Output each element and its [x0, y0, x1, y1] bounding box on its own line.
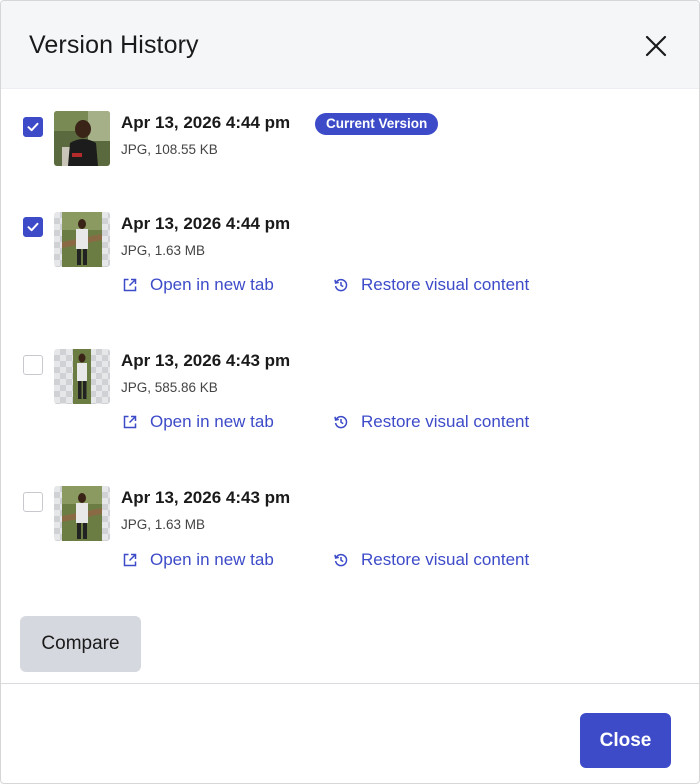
version-meta: JPG, 1.63 MB [121, 243, 206, 258]
footer-divider [1, 683, 699, 684]
close-button[interactable]: Close [580, 713, 671, 768]
external-link-icon [123, 553, 137, 567]
version-checkbox[interactable] [23, 117, 43, 137]
history-icon [334, 553, 348, 567]
dialog-title: Version History [29, 31, 199, 59]
external-link-icon [123, 278, 137, 292]
dialog-header: Version History [1, 1, 699, 89]
open-in-new-tab-label: Open in new tab [150, 550, 274, 569]
restore-visual-content-label: Restore visual content [361, 550, 530, 569]
version-checkbox[interactable] [23, 355, 43, 375]
restore-visual-content-label: Restore visual content [361, 275, 530, 294]
restore-visual-content-link[interactable]: Restore visual content [333, 274, 529, 296]
version-date: Apr 13, 2026 4:43 pm [121, 351, 291, 370]
open-in-new-tab-label: Open in new tab [150, 412, 274, 431]
close-icon[interactable] [641, 31, 671, 61]
external-link-icon [123, 415, 137, 429]
version-checkbox[interactable] [23, 217, 43, 237]
restore-visual-content-link[interactable]: Restore visual content [333, 549, 529, 571]
version-checkbox[interactable] [23, 492, 43, 512]
open-in-new-tab-link[interactable]: Open in new tab [122, 411, 274, 433]
version-meta: JPG, 108.55 KB [121, 142, 218, 157]
current-version-badge: Current Version [315, 113, 439, 135]
version-history-dialog: Version History Apr 13, 2026 4:44 pm Cur… [0, 0, 700, 784]
history-icon [334, 415, 348, 429]
version-thumbnail [54, 349, 110, 404]
version-meta: JPG, 585.86 KB [121, 380, 218, 395]
open-in-new-tab-link[interactable]: Open in new tab [122, 274, 274, 296]
open-in-new-tab-label: Open in new tab [150, 275, 274, 294]
restore-visual-content-link[interactable]: Restore visual content [333, 411, 529, 433]
version-date: Apr 13, 2026 4:44 pm [121, 113, 291, 132]
version-date: Apr 13, 2026 4:44 pm [121, 214, 291, 233]
restore-visual-content-label: Restore visual content [361, 412, 530, 431]
version-date: Apr 13, 2026 4:43 pm [121, 488, 291, 507]
version-thumbnail [54, 212, 110, 267]
open-in-new-tab-link[interactable]: Open in new tab [122, 549, 274, 571]
history-icon [334, 278, 348, 292]
version-thumbnail [54, 111, 110, 166]
compare-button[interactable]: Compare [20, 616, 141, 672]
version-meta: JPG, 1.63 MB [121, 517, 206, 532]
version-thumbnail [54, 486, 110, 541]
